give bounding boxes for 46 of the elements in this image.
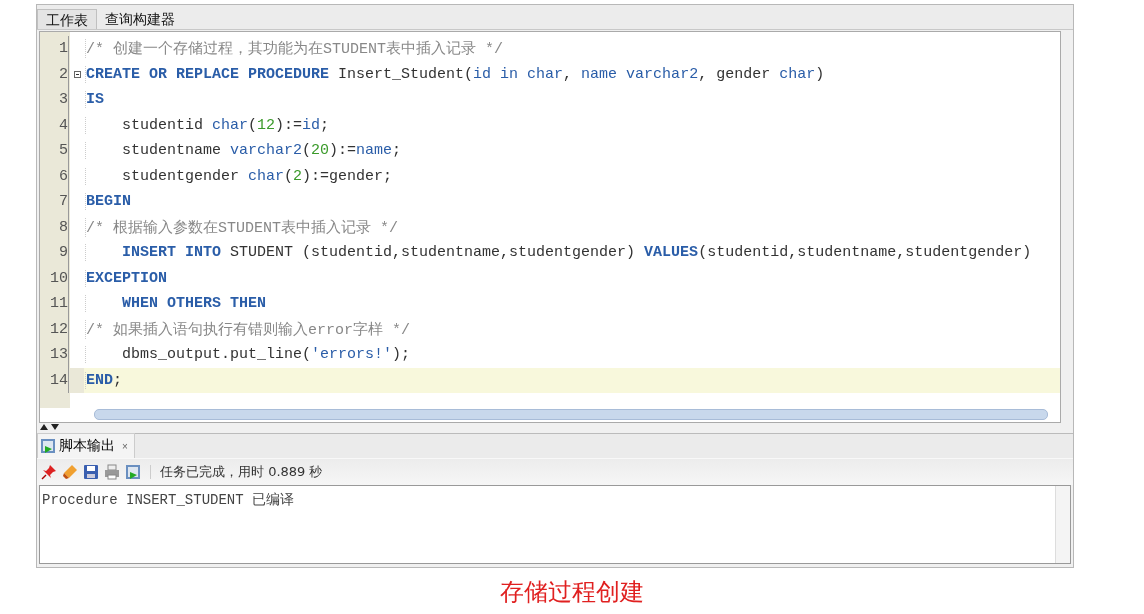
- code-line: BEGIN: [85, 193, 131, 211]
- output-text: Procedure INSERT_STUDENT 已编译: [41, 491, 296, 510]
- line-number: 14: [49, 371, 68, 389]
- close-button[interactable]: ×: [118, 440, 128, 452]
- save-icon[interactable]: [83, 464, 99, 480]
- code-line: dbms_output.put_line('errors!');: [85, 346, 411, 364]
- output-tab[interactable]: 脚本输出 ×: [37, 433, 135, 458]
- editor-tab[interactable]: 工作表: [37, 9, 97, 29]
- line-number: 1: [58, 40, 68, 58]
- output-tab-label[interactable]: 脚本输出: [59, 437, 115, 455]
- code-line: WHEN OTHERS THEN: [85, 295, 267, 313]
- code-comment: /* 根据输入参数在STUDENT表中插入记录 */: [85, 217, 399, 237]
- collapse-icon[interactable]: [73, 70, 81, 78]
- code-line: INSERT INTO STUDENT (studentid,studentname,studentgender) VALUES(studentid,studentname,studentgender): [85, 244, 1032, 262]
- print-icon[interactable]: [104, 464, 120, 480]
- line-number: 5: [58, 142, 68, 160]
- code-comment: /* 如果插入语句执行有错则输入error字样 */: [85, 319, 411, 339]
- pin-icon[interactable]: [41, 464, 57, 480]
- line-number: 11: [49, 295, 68, 313]
- code-line: IS: [85, 91, 104, 109]
- line-number: 9: [58, 244, 68, 262]
- line-number: 6: [58, 167, 68, 185]
- code-editor[interactable]: [39, 31, 1061, 423]
- line-number: 8: [58, 218, 68, 236]
- line-number: 12: [49, 320, 68, 338]
- script-icon: [40, 438, 56, 454]
- run-icon[interactable]: [125, 464, 141, 480]
- code-line: END;: [85, 371, 123, 389]
- splitter-arrows-icon[interactable]: [39, 423, 61, 431]
- status-text: 任务已完成，用时 0.889 秒: [160, 463, 323, 481]
- eraser-icon[interactable]: [62, 464, 78, 480]
- line-number: 4: [58, 116, 68, 134]
- code-line: studentid char(12):=id;: [85, 116, 330, 134]
- line-number: 13: [49, 346, 68, 364]
- line-number: 3: [58, 91, 68, 109]
- figure-caption: 存储过程创建: [500, 578, 644, 606]
- code-comment: /* 创建一个存储过程，其功能为在STUDENT表中插入记录 */: [85, 39, 504, 59]
- editor-tab[interactable]: 查询构建器: [97, 9, 183, 29]
- line-number: 10: [49, 269, 68, 287]
- code-line: studentname varchar2(20):=name;: [85, 142, 402, 160]
- line-number: 2: [58, 65, 68, 83]
- code-line: CREATE OR REPLACE PROCEDURE Insert_Student(id in char, name varchar2, gender char): [85, 65, 825, 83]
- line-number: 7: [58, 193, 68, 211]
- code-line: EXCEPTION: [85, 269, 167, 287]
- vertical-scrollbar[interactable]: [1055, 486, 1070, 563]
- code-line: studentgender char(2):=gender;: [85, 167, 393, 185]
